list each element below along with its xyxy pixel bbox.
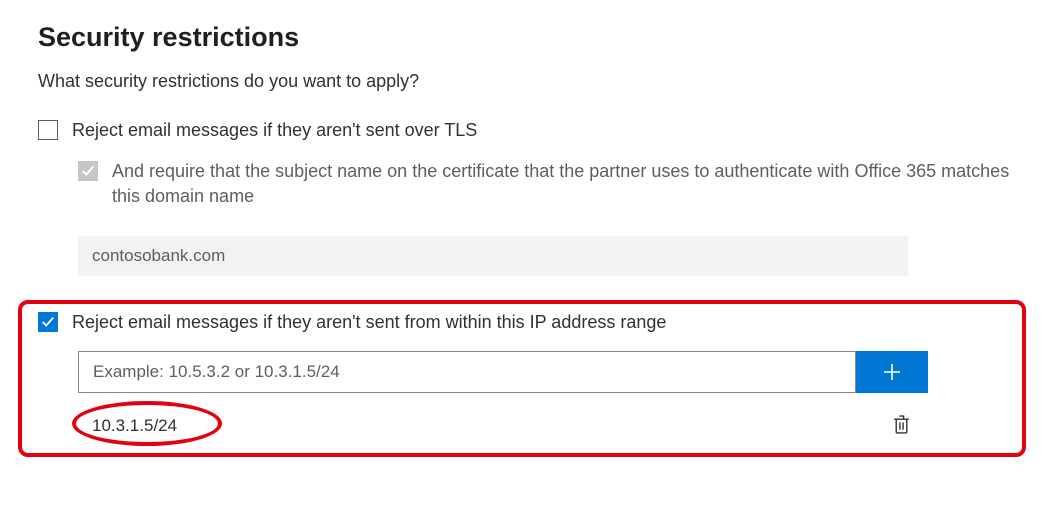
ip-entry-value: 10.3.1.5/24 <box>92 416 177 436</box>
cert-option-block: And require that the subject name on the… <box>78 159 1014 275</box>
ip-checkbox[interactable] <box>38 312 58 332</box>
delete-ip-button[interactable] <box>889 411 914 441</box>
intro-text: What security restrictions do you want t… <box>38 71 1014 92</box>
ip-input-wrap <box>78 351 856 393</box>
page-title: Security restrictions <box>38 22 1014 53</box>
ip-label: Reject email messages if they aren't sen… <box>72 310 666 335</box>
check-icon <box>41 315 55 329</box>
tls-label: Reject email messages if they aren't sen… <box>72 118 477 143</box>
tls-checkbox[interactable] <box>38 120 58 140</box>
cert-domain-input <box>78 236 908 276</box>
cert-label: And require that the subject name on the… <box>112 159 1014 209</box>
plus-icon <box>882 362 902 382</box>
cert-checkbox <box>78 161 98 181</box>
tls-option-row: Reject email messages if they aren't sen… <box>38 118 1014 143</box>
ip-option-block: Reject email messages if they aren't sen… <box>38 310 1014 443</box>
ip-list-item: 10.3.1.5/24 <box>78 409 928 443</box>
add-ip-button[interactable] <box>856 351 928 393</box>
ip-input[interactable] <box>79 352 855 392</box>
ip-list: 10.3.1.5/24 <box>78 409 928 443</box>
trash-icon <box>893 415 910 434</box>
